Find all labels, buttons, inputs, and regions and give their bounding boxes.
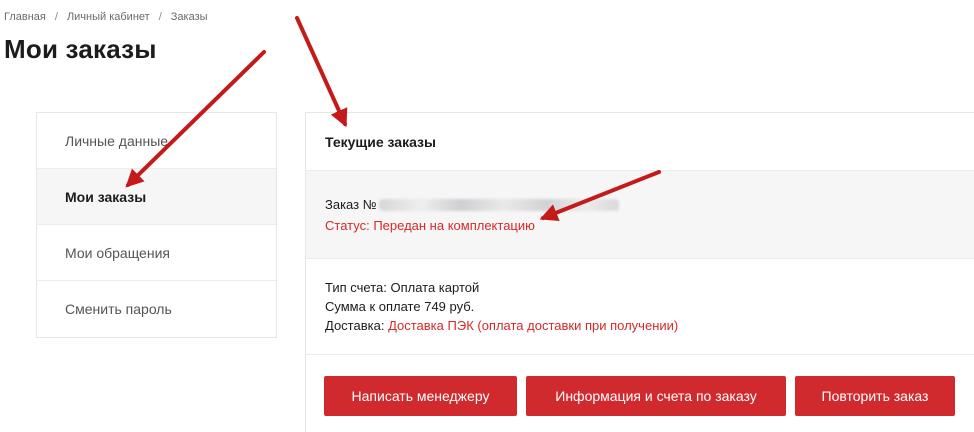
- payment-type: Тип счета: Оплата картой: [325, 280, 480, 295]
- order-details: Тип счета: Оплата картой Сумма к оплате …: [306, 259, 974, 355]
- breadcrumb-account[interactable]: Личный кабинет: [67, 11, 150, 23]
- order-number-prefix: Заказ №: [325, 197, 377, 212]
- sidebar-item-personal-data[interactable]: Личные данные: [37, 113, 276, 169]
- sidebar-item-label: Сменить пароль: [65, 301, 172, 317]
- delivery-line: Доставка: Доставка ПЭК (оплата доставки …: [325, 316, 974, 335]
- page-title: Мои заказы: [4, 34, 157, 64]
- order-header: Заказ № Статус: Передан на комплектацию: [306, 171, 974, 259]
- redacted-order-info: [378, 198, 619, 211]
- sidebar-item-label: Мои заказы: [65, 188, 147, 205]
- sidebar-item-my-requests[interactable]: Мои обращения: [37, 225, 276, 281]
- order-info-button[interactable]: Информация и счета по заказу: [526, 376, 786, 416]
- breadcrumb: Главная / Личный кабинет / Заказы: [4, 11, 208, 23]
- sidebar-item-change-password[interactable]: Сменить пароль: [37, 281, 276, 337]
- panel-title: Текущие заказы: [306, 113, 974, 171]
- order-number: Заказ №: [325, 197, 974, 212]
- breadcrumb-separator: /: [158, 11, 162, 23]
- sidebar-item-my-orders[interactable]: Мои заказы: [37, 169, 276, 225]
- orders-panel: Текущие заказы Заказ № Статус: Передан н…: [305, 112, 974, 432]
- delivery-value: Доставка ПЭК (оплата доставки при получе…: [388, 318, 679, 333]
- order-status: Статус: Передан на комплектацию: [325, 218, 535, 233]
- sidebar-item-label: Личные данные: [65, 132, 169, 149]
- repeat-order-button[interactable]: Повторить заказ: [795, 376, 955, 416]
- order-amount: Сумма к оплате 749 руб.: [325, 299, 475, 314]
- write-manager-button[interactable]: Написать менеджеру: [324, 376, 517, 416]
- arrow-to-current-orders: [295, 16, 348, 128]
- breadcrumb-current: Заказы: [170, 11, 208, 23]
- delivery-label: Доставка:: [325, 318, 389, 333]
- sidebar-item-label: Мои обращения: [65, 244, 170, 261]
- account-sidebar: Личные данные Мои заказы Мои обращения С…: [36, 112, 277, 338]
- breadcrumb-separator: /: [54, 11, 58, 23]
- order-actions: Написать менеджеру Информация и счета по…: [324, 376, 955, 416]
- breadcrumb-home[interactable]: Главная: [4, 11, 46, 23]
